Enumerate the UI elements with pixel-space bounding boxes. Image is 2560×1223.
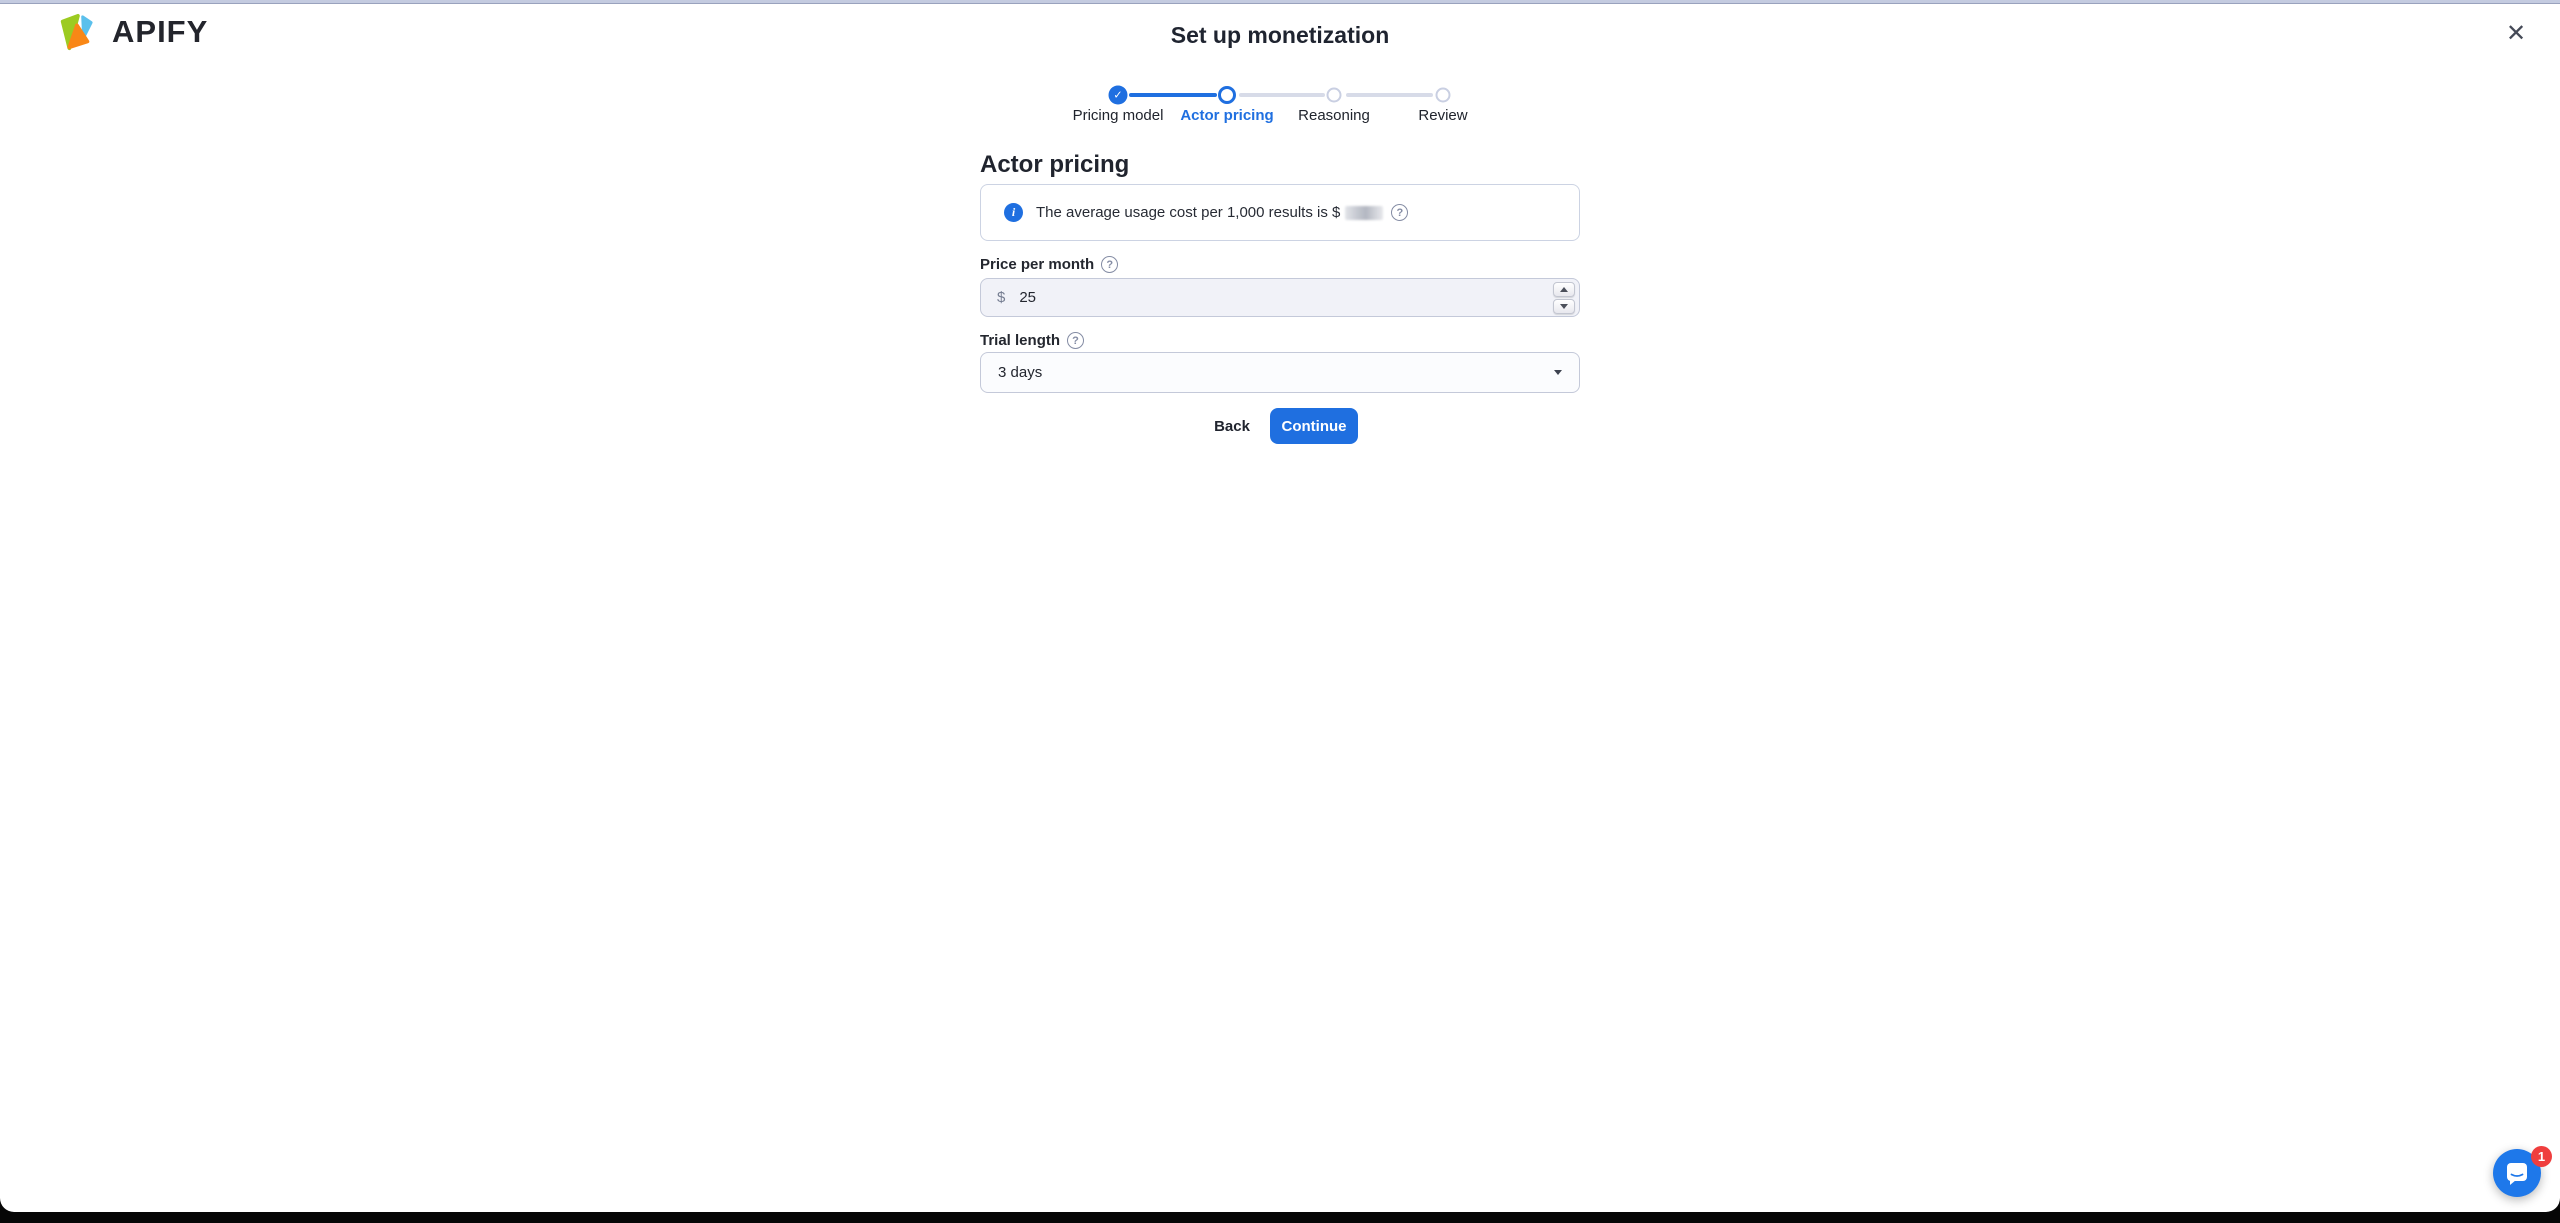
step-label-actor-pricing[interactable]: Actor pricing xyxy=(1180,107,1273,124)
banner-text-content: The average usage cost per 1,000 results… xyxy=(1036,204,1341,221)
step-dot-actor-pricing[interactable] xyxy=(1218,86,1236,104)
continue-button[interactable]: Continue xyxy=(1270,408,1358,444)
step-label-pricing-model[interactable]: Pricing model xyxy=(1073,107,1164,124)
chevron-down-icon xyxy=(1554,370,1562,375)
chat-bubble-icon xyxy=(2507,1162,2527,1185)
help-icon-trial[interactable]: ? xyxy=(1067,332,1085,349)
trial-length-value: 3 days xyxy=(998,364,1043,381)
step-label-reasoning[interactable]: Reasoning xyxy=(1298,107,1370,124)
price-input[interactable] xyxy=(1019,289,1579,306)
info-icon: i xyxy=(1004,203,1023,222)
up-arrow-icon xyxy=(1560,286,1568,292)
trial-length-label: Trial length xyxy=(980,332,1061,349)
price-per-month-label: Price per month xyxy=(980,256,1095,273)
monetization-modal: APIFY Set up monetization ✕ ✓ Pricing mo… xyxy=(0,0,2560,1212)
check-icon: ✓ xyxy=(1113,89,1123,102)
stepper-down-button[interactable] xyxy=(1553,298,1575,314)
stepper-connector-2 xyxy=(1239,93,1325,97)
chat-unread-badge: 1 xyxy=(2531,1146,2552,1167)
stepper-connector-1 xyxy=(1129,93,1217,97)
modal-title: Set up monetization xyxy=(1170,22,1390,48)
banner-text: The average usage cost per 1,000 results… xyxy=(1036,204,1409,221)
close-icon[interactable]: ✕ xyxy=(2500,17,2532,49)
price-per-month-field[interactable]: $ xyxy=(980,278,1580,317)
help-icon-banner[interactable]: ? xyxy=(1391,204,1409,221)
window-top-strip xyxy=(0,0,2560,4)
step-dot-pricing-model[interactable]: ✓ xyxy=(1108,85,1128,105)
step-label-review[interactable]: Review xyxy=(1418,107,1467,124)
price-per-month-label-row: Price per month ? xyxy=(980,256,1119,273)
down-arrow-icon xyxy=(1560,303,1568,309)
number-stepper xyxy=(1553,281,1575,314)
step-dot-reasoning[interactable] xyxy=(1326,87,1342,103)
step-dot-review[interactable] xyxy=(1435,87,1451,103)
obscured-value xyxy=(1345,205,1384,220)
trial-length-label-row: Trial length ? xyxy=(980,332,1085,349)
stepper-connector-3 xyxy=(1346,93,1433,97)
usage-cost-banner: i The average usage cost per 1,000 resul… xyxy=(980,184,1580,241)
page-title: Actor pricing xyxy=(980,151,1130,178)
stepper-up-button[interactable] xyxy=(1553,281,1575,297)
trial-length-select[interactable]: 3 days xyxy=(980,352,1580,393)
help-icon-price[interactable]: ? xyxy=(1101,256,1119,273)
currency-prefix: $ xyxy=(997,289,1006,306)
back-button[interactable]: Back xyxy=(1204,410,1260,443)
